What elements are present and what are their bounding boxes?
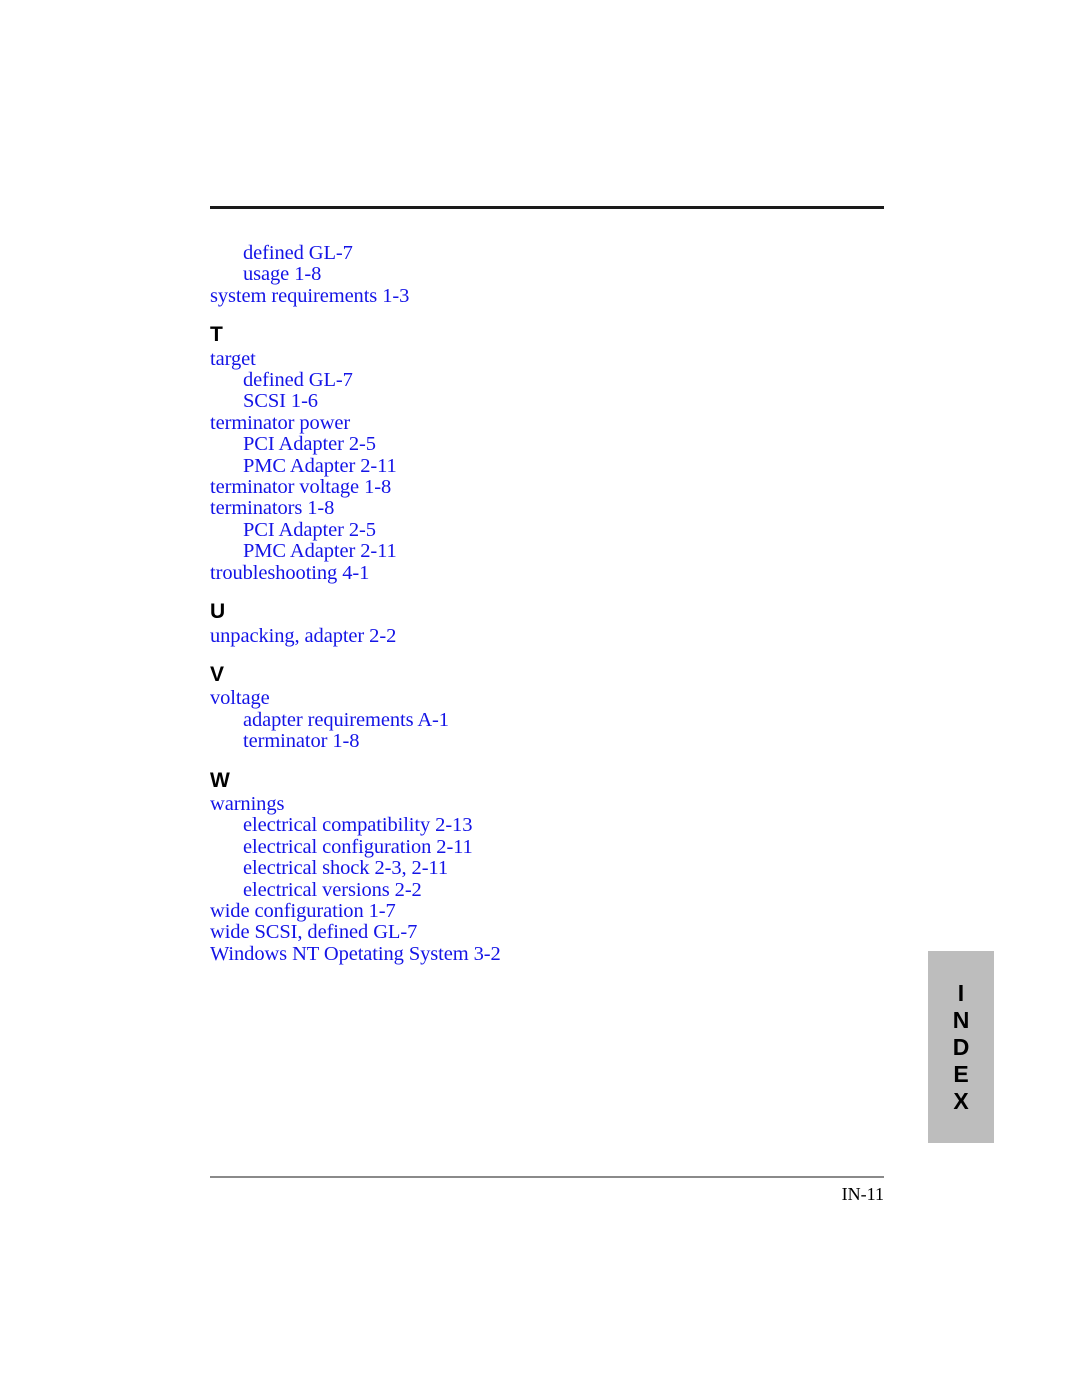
index-entry: terminators 1-8	[210, 497, 335, 520]
index-entry: electrical versions 2-2	[243, 878, 422, 901]
index-entry: PCI Adapter 2-5	[243, 518, 376, 541]
index-entry: PCI Adapter 2-5	[243, 433, 376, 456]
index-entry: voltage	[210, 687, 270, 710]
header-divider	[210, 206, 884, 209]
index-entry: defined GL-7	[243, 369, 353, 392]
index-entry: PMC Adapter 2-11	[243, 540, 397, 563]
index-letter-heading-u: U	[210, 600, 226, 624]
index-entry-list: defined GL-7 usage 1-8 system requirements…	[210, 242, 890, 965]
index-entry: terminator power	[210, 411, 351, 434]
index-tab-letter: N	[952, 1006, 970, 1033]
index-letter-heading-w: W	[210, 768, 230, 792]
index-entry: terminator 1-8	[243, 730, 360, 753]
index-page: defined GL-7 usage 1-8 system requirements…	[0, 0, 1080, 1397]
index-entry: system requirements 1-3	[210, 284, 410, 307]
index-tab-letter: E	[953, 1060, 969, 1087]
index-letter-heading-t: T	[210, 323, 223, 347]
index-entry: troubleshooting 4-1	[210, 561, 370, 584]
index-entry: electrical shock 2-3, 2-11	[243, 857, 448, 880]
index-entry: SCSI 1-6	[243, 390, 318, 413]
index-entry: electrical compatibility 2-13	[243, 814, 473, 837]
index-entry: usage 1-8	[243, 263, 322, 286]
index-entry: target	[210, 347, 256, 370]
index-entry: adapter requirements A-1	[243, 708, 449, 731]
index-tab-letter: I	[957, 979, 965, 1006]
index-entry: Windows NT Opetating System 3-2	[210, 942, 501, 965]
index-entry: wide SCSI, defined GL-7	[210, 921, 418, 944]
index-tab-letter: D	[952, 1033, 970, 1060]
index-entry: wide configuration 1-7	[210, 899, 396, 922]
index-entry: defined GL-7	[243, 242, 353, 264]
index-tab-letter: X	[953, 1087, 969, 1114]
index-entry: PMC Adapter 2-11	[243, 454, 397, 477]
page-number: IN-11	[841, 1184, 884, 1204]
index-entry: electrical configuration 2-11	[243, 835, 473, 858]
index-entry: unpacking, adapter 2-2	[210, 624, 397, 647]
index-letter-heading-v: V	[210, 662, 225, 686]
footer-divider	[210, 1176, 884, 1178]
index-side-tab: INDEX	[928, 951, 994, 1143]
index-entry: terminator voltage 1-8	[210, 476, 392, 499]
index-entry: warnings	[210, 792, 285, 815]
